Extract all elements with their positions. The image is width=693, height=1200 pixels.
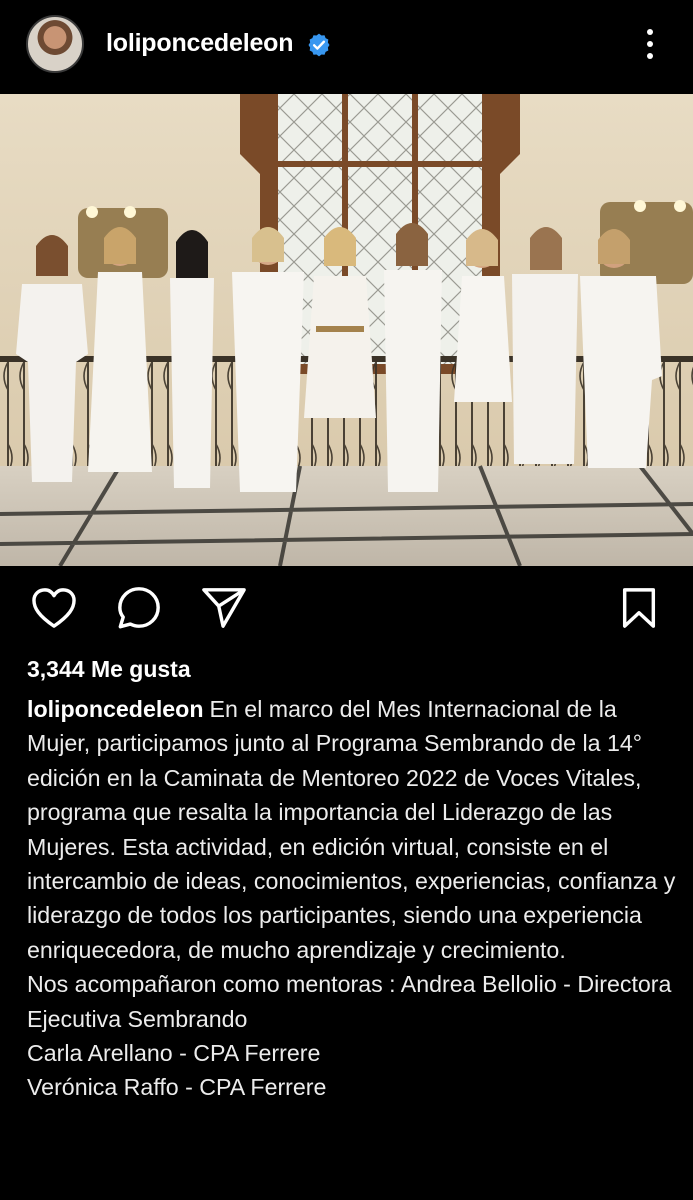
vertical-dots-icon[interactable] xyxy=(636,26,664,62)
action-bar xyxy=(0,580,693,640)
avatar[interactable] xyxy=(26,15,84,73)
share-button[interactable] xyxy=(196,580,252,636)
caption-line: Nos acompañaron como mentoras : Andrea B… xyxy=(27,971,672,1032)
group-photo xyxy=(0,94,693,566)
save-button[interactable] xyxy=(611,580,667,636)
caption-line: Carla Arellano - CPA Ferrere xyxy=(27,1040,321,1067)
paper-plane-icon xyxy=(202,588,246,628)
post-caption: loliponcedeleon En el marco del Mes Inter… xyxy=(27,692,677,1105)
bookmark-icon xyxy=(622,588,656,628)
post-header: loliponcedeleon xyxy=(0,0,693,92)
caption-author[interactable]: loliponcedeleon xyxy=(27,696,204,722)
heart-icon xyxy=(32,588,76,628)
verified-badge-icon xyxy=(308,33,330,57)
like-button[interactable] xyxy=(26,580,82,636)
caption-line: Verónica Raffo - CPA Ferrere xyxy=(27,1074,327,1101)
caption-main-paragraph: loliponcedeleon En el marco del Mes Inter… xyxy=(27,692,677,967)
comment-button[interactable] xyxy=(111,580,167,636)
username[interactable]: loliponcedeleon xyxy=(106,29,293,58)
post-image[interactable] xyxy=(0,94,693,566)
caption-body: En el marco del Mes Internacional de la … xyxy=(27,696,676,963)
comment-bubble-icon xyxy=(118,587,160,629)
likes-count[interactable]: 3,344 Me gusta xyxy=(27,656,191,683)
